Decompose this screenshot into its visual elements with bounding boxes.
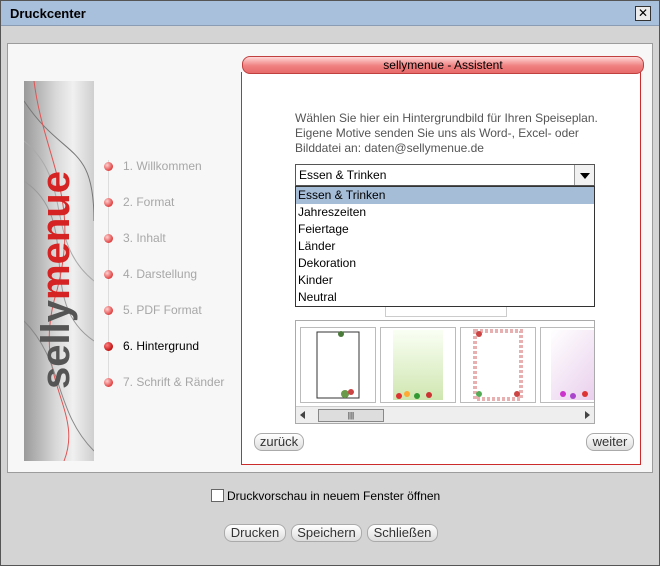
background-thumbnail[interactable] bbox=[380, 327, 456, 403]
step-dot-icon bbox=[104, 234, 113, 243]
category-select[interactable]: Essen & Trinken bbox=[295, 164, 595, 186]
step-label: 1. Willkommen bbox=[123, 159, 202, 173]
option-dekoration[interactable]: Dekoration bbox=[296, 255, 594, 272]
scroll-right-icon[interactable] bbox=[585, 411, 590, 419]
background-thumbnail[interactable] bbox=[460, 327, 536, 403]
title-bar: Druckcenter ✕ bbox=[1, 1, 659, 26]
step-dot-icon bbox=[104, 270, 113, 279]
background-description: Wählen Sie hier ein Hintergrundbild für … bbox=[295, 111, 598, 155]
background-thumbnail[interactable] bbox=[540, 327, 594, 403]
option-essen-trinken[interactable]: Essen & Trinken bbox=[296, 187, 594, 204]
step-dot-icon bbox=[104, 162, 113, 171]
hidden-control-outline bbox=[385, 306, 507, 317]
druckcenter-window: Druckcenter ✕ sellymenue 1. Willkommen 2… bbox=[0, 0, 660, 566]
preview-option[interactable]: Druckvorschau in neuem Fenster öffnen bbox=[211, 488, 440, 503]
background-gallery: ||| bbox=[295, 320, 595, 424]
brand-logo: sellymenue bbox=[34, 95, 84, 461]
back-button[interactable]: zurück bbox=[254, 433, 304, 451]
background-thumbnail[interactable] bbox=[300, 327, 376, 403]
step-dot-icon bbox=[104, 378, 113, 387]
option-feiertage[interactable]: Feiertage bbox=[296, 221, 594, 238]
thumbnail-image bbox=[473, 329, 523, 401]
step-label: 2. Format bbox=[123, 195, 175, 209]
print-button[interactable]: Drucken bbox=[224, 524, 286, 542]
step-dot-icon bbox=[104, 198, 113, 207]
category-select-value: Essen & Trinken bbox=[299, 168, 387, 182]
next-button[interactable]: weiter bbox=[586, 433, 634, 451]
step-dot-icon bbox=[104, 306, 113, 315]
brand-logo-part2: menue bbox=[34, 171, 78, 300]
step-label: 6. Hintergrund bbox=[123, 339, 200, 353]
option-kinder[interactable]: Kinder bbox=[296, 272, 594, 289]
option-laender[interactable]: Länder bbox=[296, 238, 594, 255]
thumbnail-image bbox=[393, 330, 443, 400]
step-dot-icon bbox=[104, 342, 113, 351]
chevron-down-icon[interactable] bbox=[574, 165, 594, 185]
close-icon[interactable]: ✕ bbox=[635, 6, 651, 21]
step-label: 3. Inhalt bbox=[123, 231, 166, 245]
assistant-title: sellymenue - Assistent bbox=[242, 56, 644, 74]
window-title: Druckcenter bbox=[10, 6, 86, 21]
scrollbar-thumb[interactable]: ||| bbox=[318, 409, 384, 422]
thumbnail-image bbox=[316, 331, 360, 399]
brand-logo-part1: selly bbox=[34, 299, 78, 389]
close-button[interactable]: Schließen bbox=[367, 524, 438, 542]
step-label: 7. Schrift & Ränder bbox=[123, 375, 225, 389]
scroll-left-icon[interactable] bbox=[300, 411, 305, 419]
option-jahreszeiten[interactable]: Jahreszeiten bbox=[296, 204, 594, 221]
save-button[interactable]: Speichern bbox=[291, 524, 362, 542]
preview-checkbox[interactable] bbox=[211, 489, 224, 503]
main-panel: sellymenue 1. Willkommen 2. Format 3. In… bbox=[7, 43, 653, 473]
step-label: 5. PDF Format bbox=[123, 303, 202, 317]
option-neutral[interactable]: Neutral bbox=[296, 289, 594, 306]
brand-banner: sellymenue bbox=[24, 81, 94, 461]
gallery-scrollbar[interactable]: ||| bbox=[296, 406, 594, 423]
thumbnail-image bbox=[551, 330, 594, 400]
preview-checkbox-label: Druckvorschau in neuem Fenster öffnen bbox=[227, 488, 441, 503]
step-label: 4. Darstellung bbox=[123, 267, 198, 281]
category-dropdown-list: Essen & Trinken Jahreszeiten Feiertage L… bbox=[295, 186, 595, 307]
